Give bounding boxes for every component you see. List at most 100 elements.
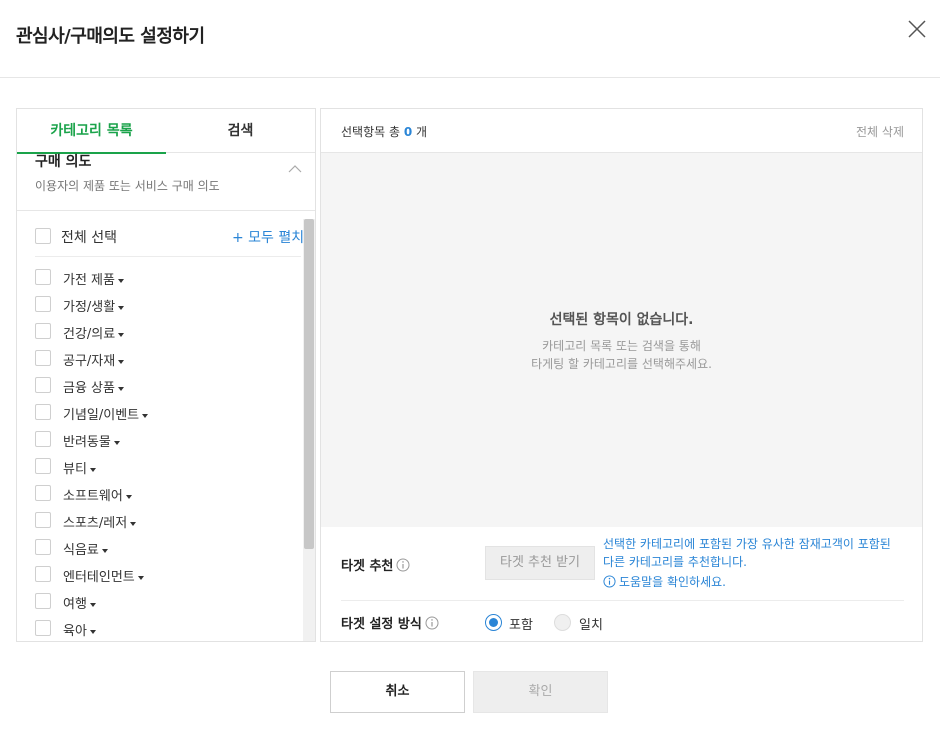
category-label: 건강/의료 [63, 327, 116, 342]
info-icon [603, 575, 616, 588]
target-recommend-row: 타겟 추천 타겟 추천 받기 선택한 카테고리에 포함된 가장 유사한 잠재고객… [341, 527, 904, 601]
target-recommend-button[interactable]: 타겟 추천 받기 [485, 546, 595, 580]
tab-search[interactable]: 검색 [166, 109, 315, 153]
delete-all-button[interactable]: 전체 삭제 [856, 123, 904, 140]
scroll-thumb[interactable] [304, 219, 314, 549]
caret-down-icon[interactable] [142, 413, 149, 418]
category-checkbox[interactable] [35, 350, 51, 366]
target-recommend-description: 선택한 카테고리에 포함된 가장 유사한 잠재고객이 포함된 다른 카테고리를 … [603, 537, 891, 569]
empty-line-1: 카테고리 목록 또는 검색을 통해 [542, 339, 701, 353]
category-checkbox[interactable] [35, 377, 51, 393]
category-list: 전체 선택 + 모두 펼치기 가전 제품 가정/생활 건강/의료 공구/자재 금… [17, 211, 315, 641]
list-item[interactable]: 식음료 [35, 539, 295, 566]
empty-title: 선택된 항목이 없습니다. [549, 312, 694, 328]
category-checkbox[interactable] [35, 539, 51, 555]
category-label: 금융 상품 [63, 381, 115, 396]
list-item[interactable]: 금융 상품 [35, 377, 295, 404]
selection-count-prefix: 선택항목 총 [341, 125, 404, 139]
dialog-header: 관심사/구매의도 설정하기 [0, 0, 940, 78]
list-item[interactable]: 여행 [35, 593, 295, 620]
cancel-button[interactable]: 취소 [330, 671, 465, 713]
list-item[interactable]: 엔터테인먼트 [35, 566, 295, 593]
tab-category-list[interactable]: 카테고리 목록 [17, 109, 166, 154]
radio-match[interactable] [554, 614, 571, 631]
radio-include[interactable] [485, 614, 502, 631]
selection-count-number: 0 [403, 125, 413, 139]
list-item[interactable]: 스포츠/레저 [35, 512, 295, 539]
target-method-row: 타겟 설정 방식 포함 일치 [341, 601, 904, 641]
empty-description: 카테고리 목록 또는 검색을 통해 타게팅 할 카테고리를 선택해주세요. [321, 337, 922, 373]
category-label: 뷰티 [63, 462, 87, 477]
list-item[interactable]: 소프트웨어 [35, 485, 295, 512]
select-all-label: 전체 선택 [61, 230, 117, 246]
category-label: 공구/자재 [63, 354, 116, 369]
chevron-up-icon[interactable] [287, 163, 303, 175]
category-checkbox[interactable] [35, 566, 51, 582]
section-header: 구매 의도 이용자의 제품 또는 서비스 구매 의도 [17, 153, 315, 211]
target-recommend-label: 타겟 추천 [341, 559, 394, 574]
list-item[interactable]: 기념일/이벤트 [35, 404, 295, 431]
selection-count: 선택항목 총 0 개 [341, 123, 427, 140]
category-label: 가전 제품 [63, 273, 115, 288]
dialog-title: 관심사/구매의도 설정하기 [16, 26, 205, 47]
close-button[interactable] [906, 18, 928, 40]
caret-down-icon[interactable] [118, 305, 125, 310]
category-checkbox[interactable] [35, 620, 51, 636]
caret-down-icon[interactable] [89, 629, 96, 634]
category-checkbox[interactable] [35, 431, 51, 447]
caret-down-icon[interactable] [117, 386, 124, 391]
target-recommend-label-wrap: 타겟 추천 [341, 555, 410, 574]
category-checkbox[interactable] [35, 458, 51, 474]
confirm-button[interactable]: 확인 [473, 671, 608, 713]
category-checkbox[interactable] [35, 512, 51, 528]
help-link[interactable]: 도움말을 확인하세요. [603, 573, 726, 590]
caret-down-icon[interactable] [118, 359, 125, 364]
list-item[interactable]: 육아 [35, 620, 295, 641]
scrollbar[interactable] [303, 219, 315, 641]
caret-down-icon[interactable] [130, 521, 137, 526]
category-label: 기념일/이벤트 [63, 408, 140, 423]
category-checkbox[interactable] [35, 485, 51, 501]
caret-down-icon[interactable] [118, 332, 125, 337]
caret-down-icon[interactable] [117, 278, 124, 283]
target-method-label-wrap: 타겟 설정 방식 [341, 613, 439, 632]
caret-down-icon[interactable] [113, 440, 120, 445]
target-method-label: 타겟 설정 방식 [341, 617, 422, 632]
category-checkbox[interactable] [35, 323, 51, 339]
empty-line-2: 타게팅 할 카테고리를 선택해주세요. [531, 357, 712, 371]
caret-down-icon[interactable] [89, 602, 96, 607]
close-icon [908, 20, 926, 38]
category-tabs: 카테고리 목록 검색 [17, 109, 315, 154]
category-checkbox[interactable] [35, 296, 51, 312]
list-item[interactable]: 반려동물 [35, 431, 295, 458]
category-checkbox[interactable] [35, 593, 51, 609]
selection-count-suffix: 개 [412, 125, 428, 139]
list-item[interactable]: 가정/생활 [35, 296, 295, 323]
caret-down-icon[interactable] [137, 575, 144, 580]
category-checkbox[interactable] [35, 269, 51, 285]
section-description: 이용자의 제품 또는 서비스 구매 의도 [35, 179, 220, 193]
list-item[interactable]: 뷰티 [35, 458, 295, 485]
category-label: 여행 [63, 597, 87, 612]
select-all-checkbox[interactable] [35, 228, 51, 244]
selection-header: 선택항목 총 0 개 전체 삭제 [321, 109, 922, 153]
category-panel: 카테고리 목록 검색 구매 의도 이용자의 제품 또는 서비스 구매 의도 전체… [16, 108, 316, 642]
category-label: 식음료 [63, 543, 99, 558]
category-label: 반려동물 [63, 435, 111, 450]
help-text: 도움말을 확인하세요. [619, 575, 726, 589]
caret-down-icon[interactable] [125, 494, 132, 499]
category-checkbox[interactable] [35, 404, 51, 420]
info-icon[interactable] [396, 558, 410, 572]
caret-down-icon[interactable] [89, 467, 96, 472]
caret-down-icon[interactable] [101, 548, 108, 553]
list-item[interactable]: 공구/자재 [35, 350, 295, 377]
category-label: 엔터테인먼트 [63, 570, 135, 585]
list-item[interactable]: 가전 제품 [35, 269, 295, 296]
info-icon[interactable] [425, 616, 439, 630]
section-title: 구매 의도 [35, 154, 92, 170]
selection-empty-state: 선택된 항목이 없습니다. 카테고리 목록 또는 검색을 통해 타게팅 할 카테… [321, 153, 922, 527]
radio-match-label: 일치 [579, 618, 603, 633]
list-item[interactable]: 건강/의료 [35, 323, 295, 350]
radio-include-label: 포함 [509, 618, 533, 633]
category-label: 육아 [63, 624, 87, 639]
